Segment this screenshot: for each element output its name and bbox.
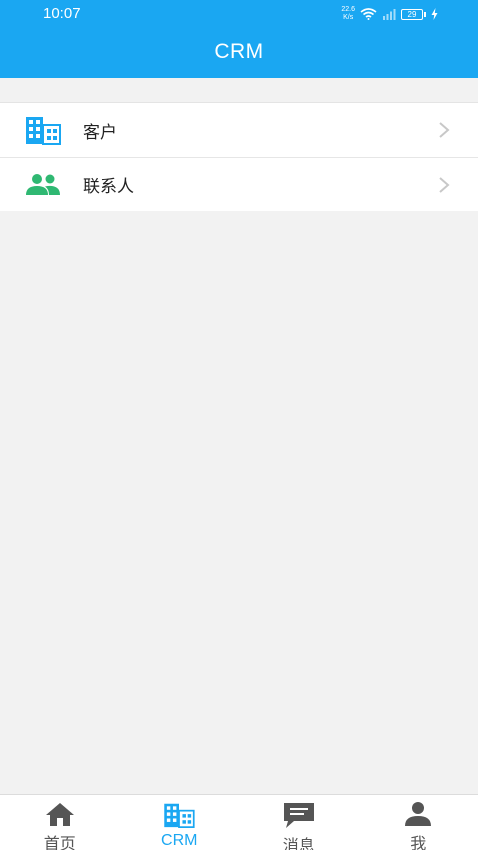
person-icon (401, 801, 435, 827)
menu-item-customers[interactable]: 客户 (0, 103, 478, 157)
chevron-right-icon (438, 121, 450, 139)
message-icon (282, 801, 316, 829)
battery-level: 29 (401, 8, 423, 20)
battery-indicator: 29 (401, 8, 426, 20)
status-time: 10:07 (43, 5, 81, 22)
nav-label: 首页 (43, 834, 76, 850)
app-root: 10:07 22.6 K/s 29 CRM 客户 联系人 首页 CRM 消息 我 (0, 0, 478, 850)
nav-label: CRM (161, 832, 198, 849)
home-icon (43, 801, 77, 827)
network-speed-unit: K/s (343, 14, 354, 21)
network-speed-value: 22.6 (341, 6, 355, 13)
status-icons: 22.6 K/s 29 (341, 5, 438, 23)
building-icon (162, 801, 196, 829)
nav-item-home[interactable]: 首页 (0, 795, 120, 850)
nav-item-crm[interactable]: CRM (120, 795, 240, 850)
network-speed: 22.6 K/s (341, 6, 355, 22)
chevron-right-icon (438, 176, 450, 194)
battery-tip (424, 11, 426, 17)
building-icon (25, 115, 61, 145)
signal-icon (382, 5, 396, 24)
menu-item-label: 联系人 (83, 177, 134, 197)
status-bar: 10:07 22.6 K/s 29 (0, 0, 478, 28)
nav-label: 消息 (282, 836, 315, 850)
nav-label: 我 (410, 834, 427, 850)
menu-item-label: 客户 (83, 122, 117, 143)
menu-item-contacts[interactable]: 联系人 (0, 157, 478, 211)
charging-icon (431, 5, 438, 24)
page-title: CRM (214, 40, 264, 63)
nav-item-messages[interactable]: 消息 (239, 795, 359, 850)
contacts-icon (25, 170, 61, 200)
nav-item-me[interactable]: 我 (359, 795, 478, 850)
bottom-nav: 首页 CRM 消息 我 (0, 794, 478, 850)
crm-menu-list: 客户 联系人 (0, 102, 478, 211)
app-header: 10:07 22.6 K/s 29 CRM (0, 0, 478, 78)
wifi-icon (360, 5, 377, 24)
